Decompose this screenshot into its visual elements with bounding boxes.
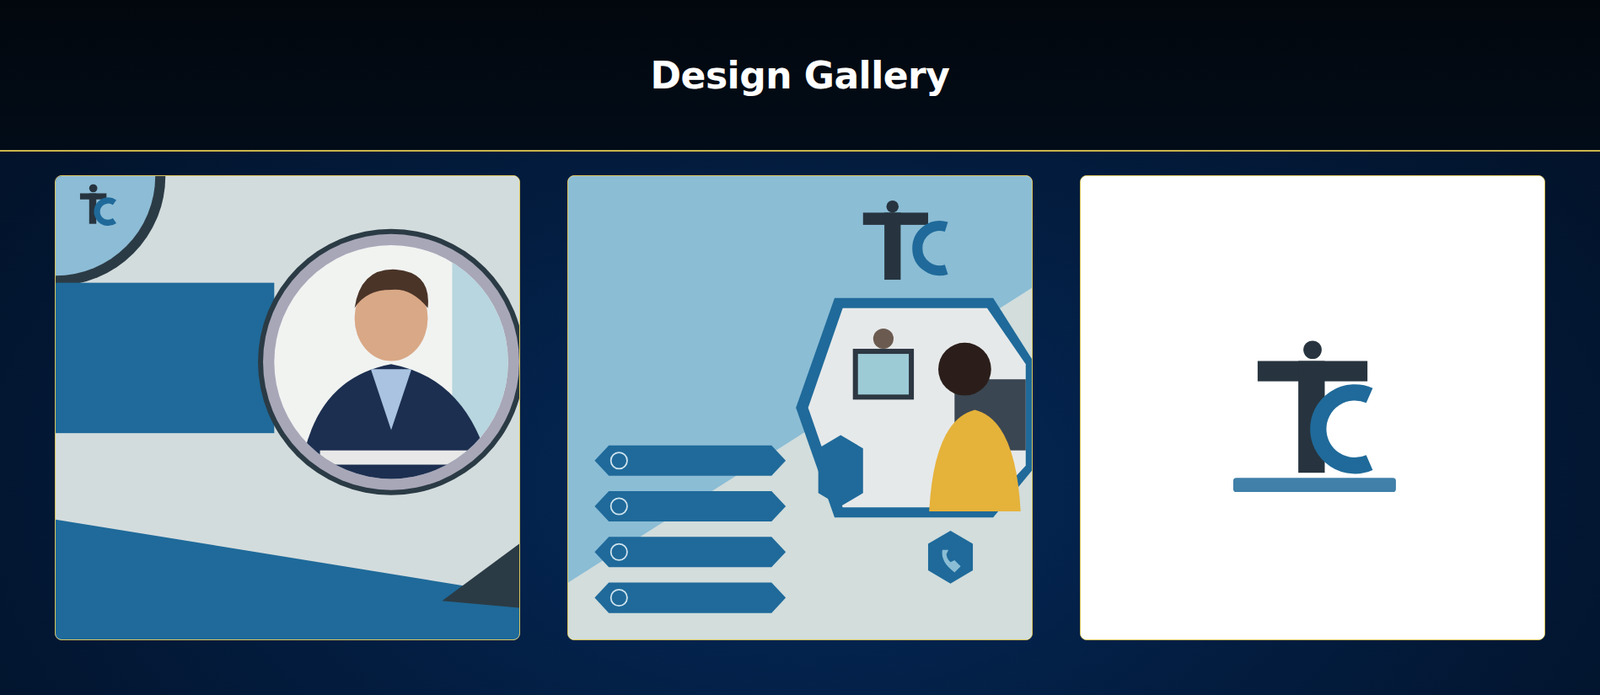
gallery-card[interactable] (1079, 175, 1546, 641)
page: Design Gallery (0, 0, 1600, 695)
tickit-logo-icon (1257, 340, 1370, 473)
logo-image (1080, 176, 1545, 640)
small-logo-icon (80, 184, 115, 225)
phone-icon (942, 550, 962, 574)
gallery-card[interactable] (567, 175, 1033, 641)
course-poster-image (568, 176, 1032, 640)
expert-poster-image (55, 176, 520, 640)
gallery (0, 151, 1600, 675)
logo-icon (863, 200, 947, 280)
gallery-card[interactable] (54, 175, 521, 641)
page-title: Design Gallery (650, 53, 951, 97)
header: Design Gallery (0, 0, 1600, 152)
